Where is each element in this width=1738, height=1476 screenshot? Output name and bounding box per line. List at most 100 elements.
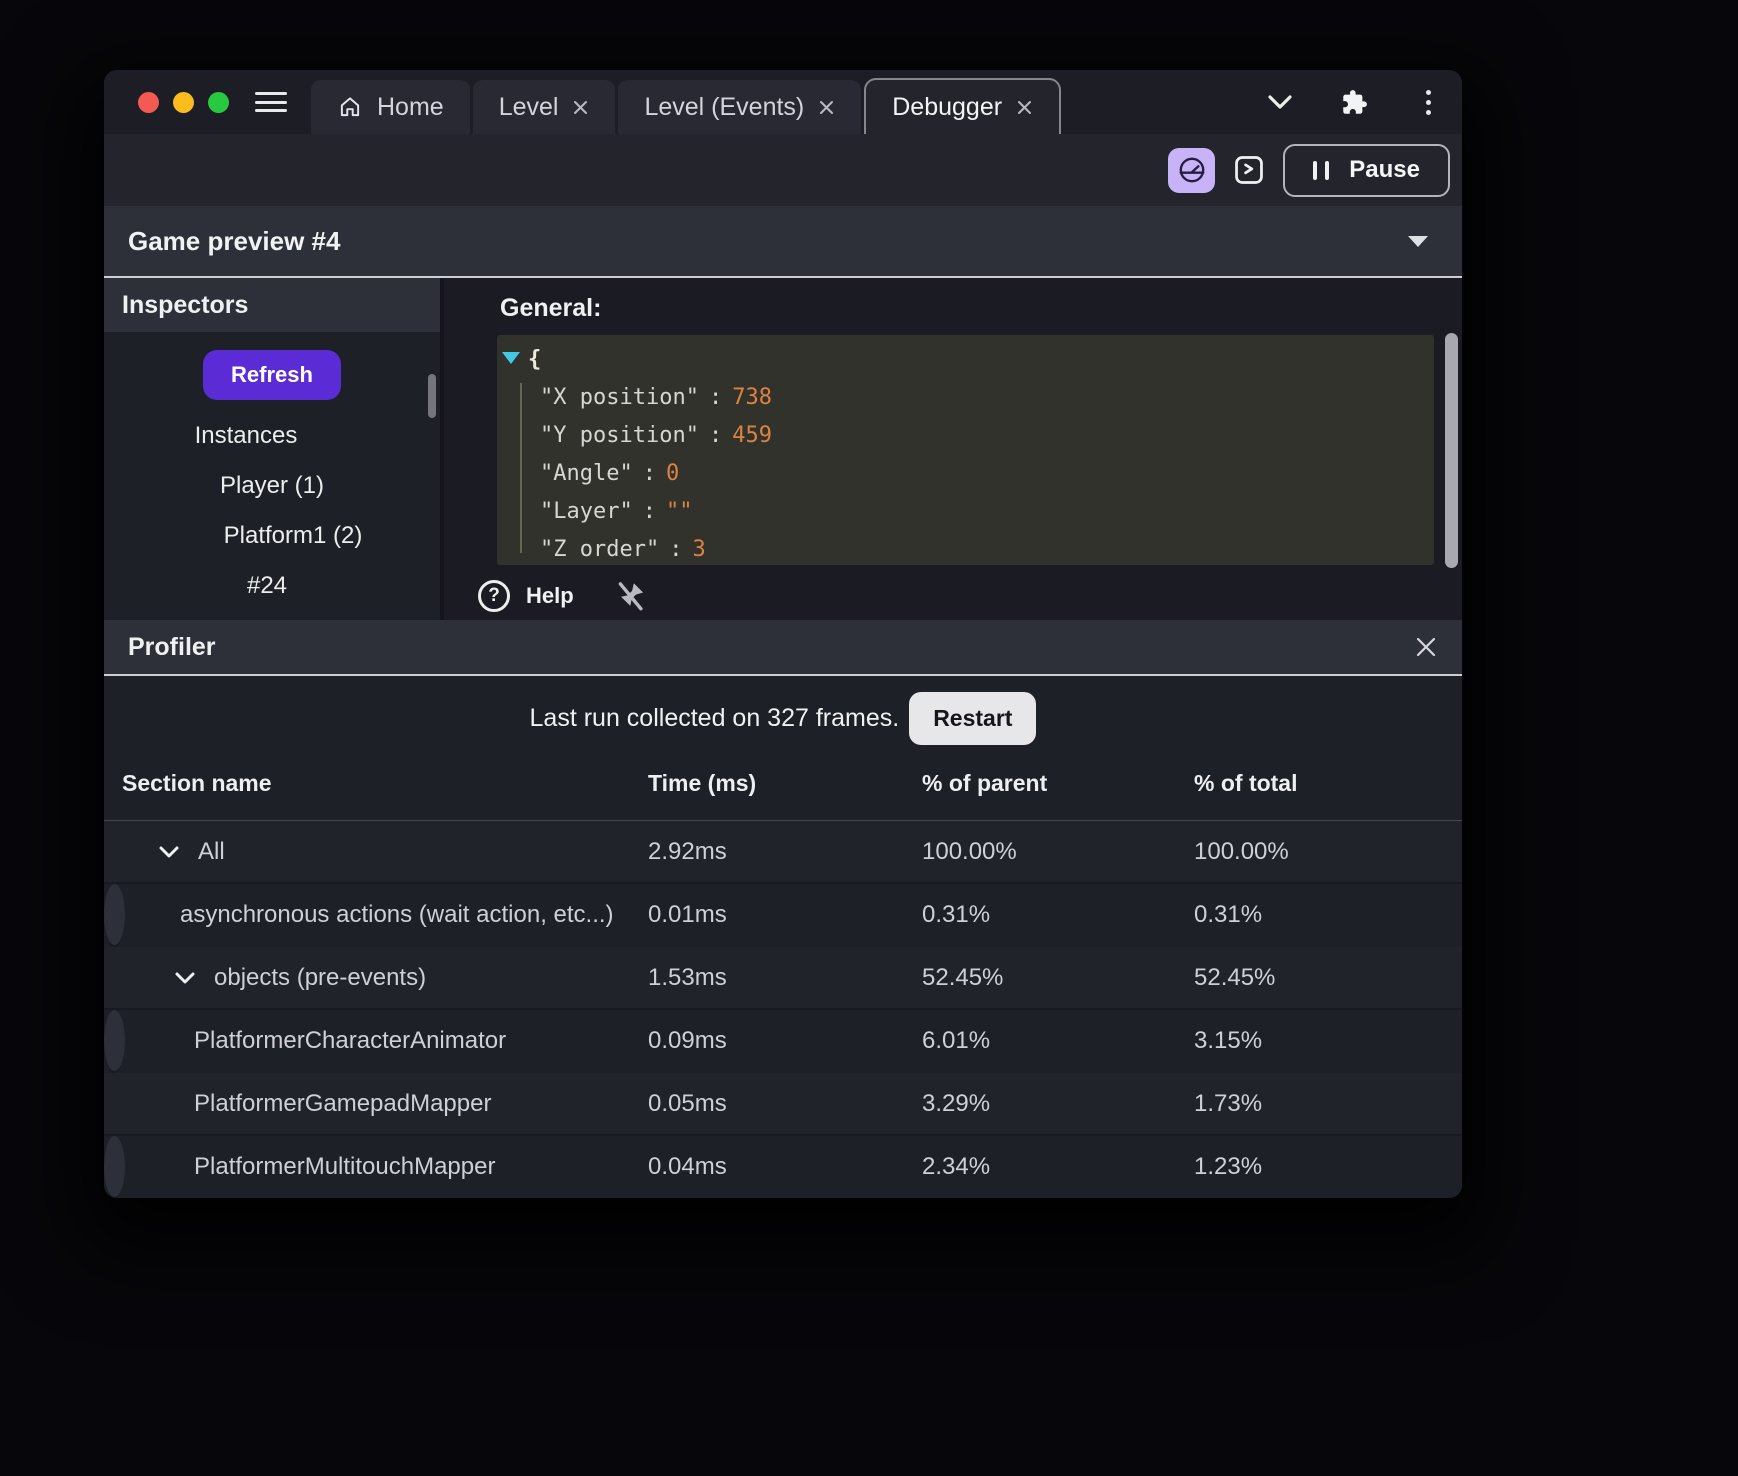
close-icon[interactable] [818, 99, 835, 116]
close-icon[interactable] [1016, 99, 1033, 116]
tab-label: Home [377, 92, 444, 121]
chevron-down-icon[interactable] [1266, 88, 1294, 116]
pct-parent-value: 2.34% [922, 1152, 991, 1180]
tab-level-events[interactable]: Level (Events) [618, 80, 862, 134]
json-open-brace: { [528, 347, 542, 372]
json-key: "Y position" [540, 423, 699, 448]
inspectors-title: Inspectors [122, 290, 249, 319]
game-preview-title: Game preview #4 [128, 225, 341, 256]
time-value: 0.09ms [648, 1026, 727, 1054]
json-colon: : [708, 385, 723, 410]
hamburger-menu-icon[interactable] [255, 92, 287, 112]
column-header-pct-parent: % of parent [922, 769, 1048, 796]
json-value[interactable]: 459 [732, 423, 772, 448]
caret-down-icon[interactable] [1408, 235, 1428, 247]
home-icon [340, 97, 360, 117]
table-row[interactable]: objects (pre-events) 1.53ms 52.45% 52.45… [104, 947, 1462, 1010]
expander-triangle-icon[interactable] [502, 352, 520, 364]
tab-bar: Home Level Level (Events) Debugger [311, 70, 1062, 134]
inspectors-scrollbar[interactable] [428, 374, 436, 418]
titlebar: Home Level Level (Events) Debugger [104, 70, 1462, 134]
console-button[interactable] [1230, 152, 1268, 188]
pct-total-value: 3.15% [1194, 1026, 1263, 1054]
refresh-button[interactable]: Refresh [203, 350, 341, 400]
general-panel: General: { "X position":738 "Y position"… [444, 278, 1462, 620]
inspectors-panel: Inspectors Refresh Instances Player (1) … [104, 278, 440, 620]
table-row[interactable]: All 2.92ms 100.00% 100.00% [104, 821, 1462, 884]
titlebar-right-controls [1266, 70, 1462, 134]
chevron-down-icon[interactable] [174, 971, 196, 985]
pct-parent-value: 52.45% [922, 963, 1004, 991]
kebab-menu-icon[interactable] [1414, 88, 1442, 116]
inspectors-header: Inspectors [104, 278, 440, 332]
pct-parent-value: 6.01% [922, 1026, 991, 1054]
tree-item-instances[interactable]: Instances [104, 416, 414, 456]
profiler-table-header: Section name Time (ms) % of parent % of … [104, 760, 1462, 806]
extensions-puzzle-icon[interactable] [1340, 88, 1368, 116]
tree-guide-line [520, 383, 522, 553]
debugger-toolbar: Pause [104, 134, 1462, 206]
tree-item-player[interactable]: Player (1) [104, 466, 440, 506]
json-colon: : [642, 499, 656, 524]
profiler-header: Profiler [104, 620, 1462, 676]
json-entry[interactable]: "X position":738 [528, 379, 1434, 417]
help-icon[interactable]: ? [478, 580, 510, 612]
time-value: 1.53ms [648, 963, 727, 991]
time-value: 0.05ms [648, 1089, 727, 1117]
json-key: "Layer" [540, 499, 633, 524]
pause-label: Pause [1349, 156, 1420, 183]
chevron-down-icon[interactable] [158, 845, 180, 859]
section-name: objects (pre-events) [214, 963, 427, 991]
minimize-window-button[interactable] [173, 91, 194, 113]
json-entry[interactable]: "Y position":459 [528, 417, 1434, 455]
section-name: PlatformerCharacterAnimator [194, 1026, 507, 1054]
pct-total-value: 52.45% [1194, 963, 1276, 991]
pause-button[interactable]: Pause [1283, 143, 1450, 197]
json-entry[interactable]: "Angle":0 [528, 455, 1434, 493]
tab-home[interactable]: Home [311, 80, 470, 134]
tab-label: Debugger [892, 92, 1003, 121]
tree-item-platform1[interactable]: Platform1 (2) [125, 516, 461, 556]
table-row[interactable]: PlatformerGamepadMapper 0.05ms 3.29% 1.7… [104, 1073, 1462, 1136]
json-colon: : [642, 461, 656, 486]
time-value: 0.01ms [648, 900, 727, 928]
tab-label: Level [498, 92, 559, 121]
json-inspector: { "X position":738 "Y position":459 "Ang… [497, 335, 1434, 565]
table-row[interactable]: PlatformerCharacterAnimator 0.09ms 6.01%… [104, 1010, 1262, 1073]
tab-debugger[interactable]: Debugger [864, 78, 1062, 134]
tab-label: Level (Events) [644, 92, 805, 121]
close-icon[interactable] [572, 99, 589, 116]
profiler-title: Profiler [128, 632, 216, 661]
json-entry[interactable]: "Z order":3 [528, 531, 1434, 569]
tab-level[interactable]: Level [472, 80, 616, 134]
traffic-lights [104, 70, 243, 134]
pin-off-icon[interactable] [614, 579, 648, 613]
json-value[interactable]: 3 [692, 537, 705, 562]
json-colon: : [708, 423, 723, 448]
tree-item-24[interactable]: #24 [104, 566, 435, 606]
help-label[interactable]: Help [526, 583, 574, 609]
json-entry[interactable]: "Layer": "" [528, 493, 1434, 531]
section-name: PlatformerMultitouchMapper [194, 1152, 496, 1180]
help-row: ? Help [478, 579, 1462, 613]
pct-total-value: 1.23% [1194, 1152, 1263, 1180]
table-row[interactable]: PlatformerMultitouchMapper 0.04ms 2.34% … [104, 1136, 1262, 1198]
json-value[interactable]: "" [666, 499, 693, 524]
close-icon[interactable] [1414, 635, 1438, 659]
pct-total-value: 0.31% [1194, 900, 1263, 928]
json-key: "X position" [540, 385, 699, 410]
zoom-window-button[interactable] [208, 91, 229, 113]
general-scrollbar[interactable] [1445, 333, 1458, 568]
json-value[interactable]: 0 [666, 461, 679, 486]
restart-button[interactable]: Restart [909, 691, 1037, 745]
close-window-button[interactable] [138, 91, 159, 113]
pct-total-value: 1.73% [1194, 1089, 1263, 1117]
section-name: PlatformerGamepadMapper [194, 1089, 492, 1117]
game-preview-bar[interactable]: Game preview #4 [104, 206, 1462, 278]
app-window: Home Level Level (Events) Debugger Pause… [104, 70, 1462, 1198]
table-row[interactable]: asynchronous actions (wait action, etc..… [104, 884, 1262, 947]
section-name: asynchronous actions (wait action, etc..… [180, 900, 614, 928]
json-value[interactable]: 738 [732, 385, 772, 410]
profiler-toggle-button[interactable] [1168, 147, 1216, 193]
screenshot-page: Home Level Level (Events) Debugger Pause… [0, 0, 1738, 1476]
